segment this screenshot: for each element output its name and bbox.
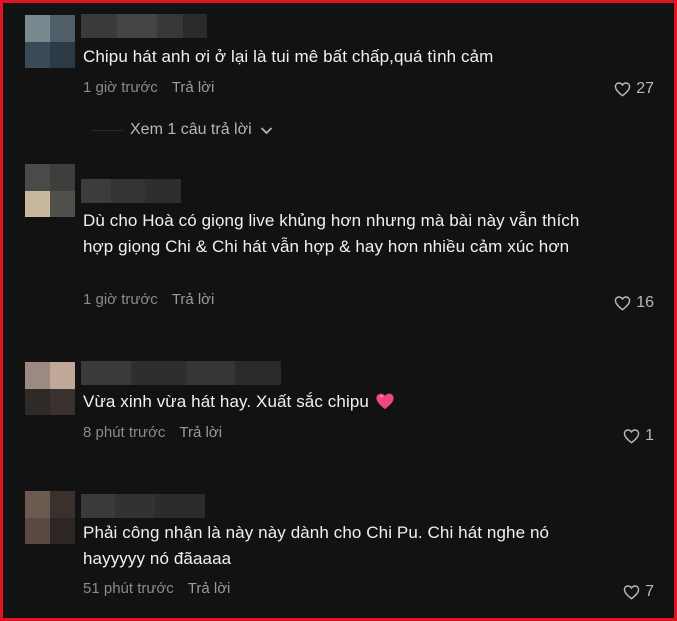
like-button[interactable]: 27 — [614, 80, 654, 98]
pink-heart-emoji — [376, 393, 394, 410]
like-button[interactable]: 1 — [623, 427, 654, 445]
reply-button[interactable]: Trả lời — [172, 291, 215, 308]
comment-meta: 51 phút trước Trả lời — [83, 580, 230, 597]
username-blurred[interactable] — [81, 361, 281, 385]
like-count: 16 — [636, 294, 654, 311]
avatar[interactable] — [25, 491, 75, 544]
username-blurred[interactable] — [81, 14, 207, 38]
chevron-down-icon — [260, 126, 272, 134]
avatar[interactable] — [25, 164, 75, 217]
view-replies-label: Xem 1 câu trả lời — [130, 121, 252, 138]
comments-panel: Chipu hát anh ơi ở lại là tui mê bất chấ… — [0, 0, 677, 621]
comment-meta: 8 phút trước Trả lời — [83, 424, 222, 441]
reply-button[interactable]: Trả lời — [172, 79, 215, 96]
divider — [91, 129, 123, 131]
avatar[interactable] — [25, 362, 75, 415]
view-replies-button[interactable]: Xem 1 câu trả lời — [91, 121, 273, 139]
heart-outline-icon — [614, 82, 631, 97]
reply-button[interactable]: Trả lời — [179, 424, 222, 441]
comment-meta: 1 giờ trước Trả lời — [83, 79, 214, 96]
comment-time: 1 giờ trước — [83, 79, 158, 96]
comment-meta: 1 giờ trước Trả lời — [83, 291, 214, 308]
comment-text: Chipu hát anh ơi ở lại là tui mê bất chấ… — [83, 47, 494, 66]
comment-time: 51 phút trước — [83, 580, 174, 597]
heart-outline-icon — [623, 585, 640, 600]
comment-text: Phải công nhận là này này dành cho Chi P… — [83, 523, 550, 568]
comment-text-content: Vừa xinh vừa hát hay. Xuất sắc chipu — [83, 392, 369, 411]
comment-text: Dù cho Hoà có giọng live khủng hơn nhưng… — [83, 211, 580, 256]
username-blurred[interactable] — [81, 494, 205, 518]
like-count: 27 — [636, 80, 654, 97]
like-button[interactable]: 16 — [614, 294, 654, 312]
avatar[interactable] — [25, 15, 75, 68]
like-count: 1 — [645, 427, 654, 444]
heart-outline-icon — [623, 429, 640, 444]
heart-outline-icon — [614, 296, 631, 311]
reply-button[interactable]: Trả lời — [188, 580, 231, 597]
comment-time: 8 phút trước — [83, 424, 166, 441]
like-button[interactable]: 7 — [623, 583, 654, 601]
comment-time: 1 giờ trước — [83, 291, 158, 308]
comment-text: Vừa xinh vừa hát hay. Xuất sắc chipu — [83, 389, 584, 415]
like-count: 7 — [645, 583, 654, 600]
username-blurred[interactable] — [81, 179, 181, 203]
